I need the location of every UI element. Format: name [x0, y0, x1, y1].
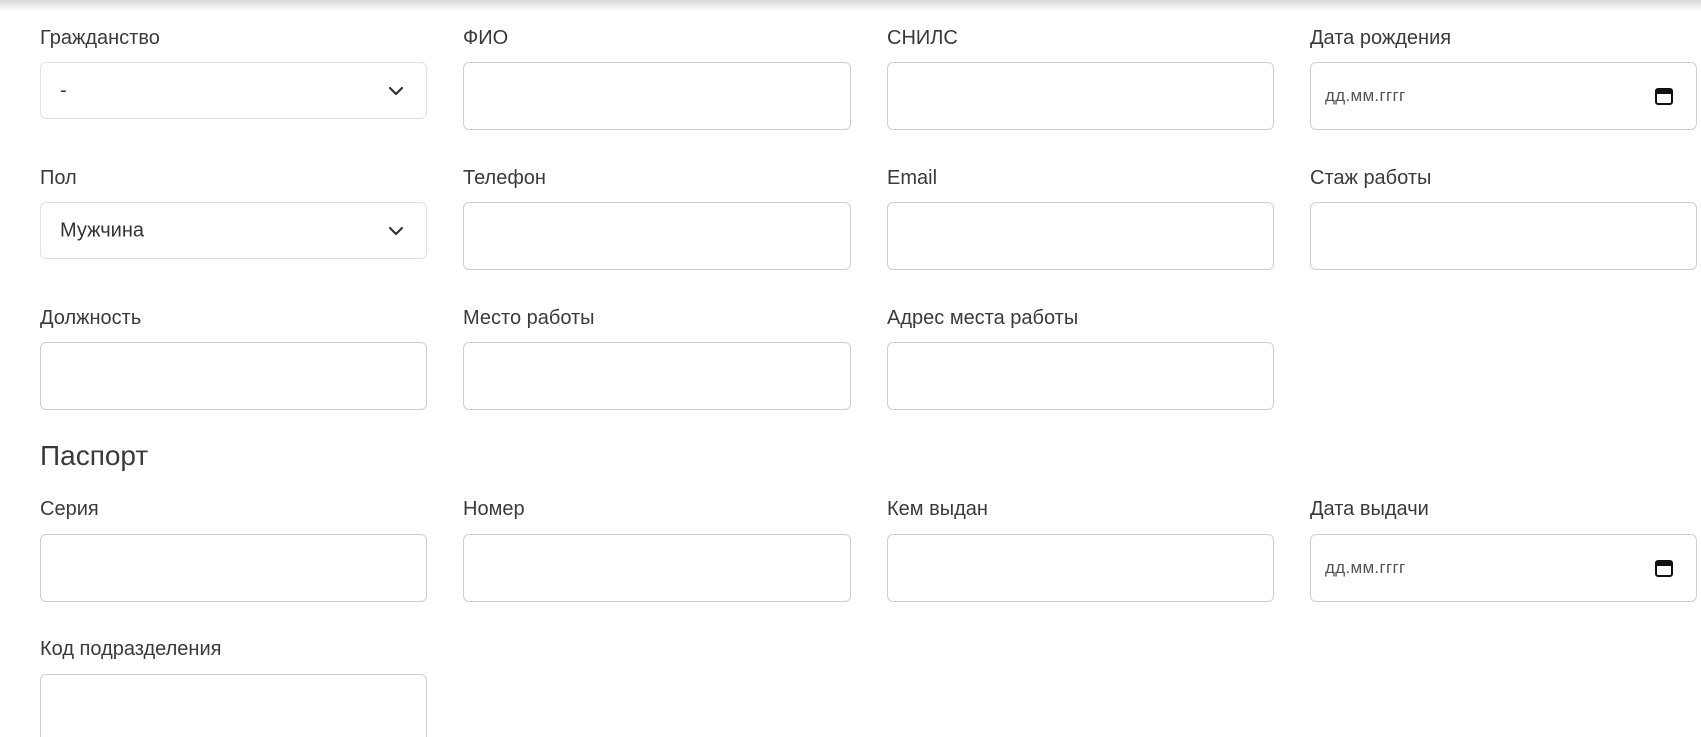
gender-value: Мужчина	[60, 219, 145, 241]
gender-select[interactable]: Мужчина	[40, 202, 427, 259]
work-address-label: Адрес места работы	[887, 307, 1079, 329]
chevron-down-icon	[388, 86, 404, 95]
division-code-input[interactable]	[40, 674, 427, 737]
chevron-down-icon	[388, 226, 404, 235]
passport-series-label: Серия	[40, 498, 99, 520]
passport-issued-by-label: Кем выдан	[887, 498, 988, 520]
position-input[interactable]	[40, 342, 427, 410]
birth-date-label: Дата рождения	[1310, 27, 1452, 49]
email-label: Email	[887, 167, 938, 189]
email-input[interactable]	[887, 202, 1274, 270]
page: Гражданство - ФИО СНИЛС Дата рождения дд…	[0, 0, 1701, 737]
workplace-label: Место работы	[463, 307, 595, 329]
passport-issue-date-label: Дата выдачи	[1310, 498, 1429, 520]
birth-date-input[interactable]: дд.мм.гггг	[1310, 62, 1697, 130]
work-address-input[interactable]	[887, 342, 1274, 410]
passport-number-input[interactable]	[463, 534, 851, 602]
fio-input[interactable]	[463, 62, 851, 130]
experience-input[interactable]	[1310, 202, 1697, 270]
passport-issued-by-input[interactable]	[887, 534, 1274, 602]
citizenship-value: -	[60, 79, 67, 101]
snils-input[interactable]	[887, 62, 1274, 130]
workplace-input[interactable]	[463, 342, 851, 410]
division-code-label: Код подразделения	[40, 638, 222, 660]
calendar-icon[interactable]	[1654, 86, 1674, 106]
position-label: Должность	[40, 307, 142, 329]
birth-date-placeholder: дд.мм.гггг	[1325, 86, 1406, 105]
citizenship-label: Гражданство	[40, 27, 160, 49]
experience-label: Стаж работы	[1310, 167, 1432, 189]
phone-label: Телефон	[463, 167, 546, 189]
gender-label: Пол	[40, 167, 77, 189]
passport-series-input[interactable]	[40, 534, 427, 602]
top-shadow	[0, 0, 1701, 12]
calendar-icon[interactable]	[1654, 558, 1674, 578]
snils-label: СНИЛС	[887, 27, 958, 49]
issue-date-placeholder: дд.мм.гггг	[1325, 558, 1406, 577]
passport-number-label: Номер	[463, 498, 525, 520]
phone-input[interactable]	[463, 202, 851, 270]
passport-issue-date-input[interactable]: дд.мм.гггг	[1310, 534, 1697, 602]
fio-label: ФИО	[463, 27, 509, 49]
passport-section-title: Паспорт	[40, 440, 149, 471]
citizenship-select[interactable]: -	[40, 62, 427, 119]
